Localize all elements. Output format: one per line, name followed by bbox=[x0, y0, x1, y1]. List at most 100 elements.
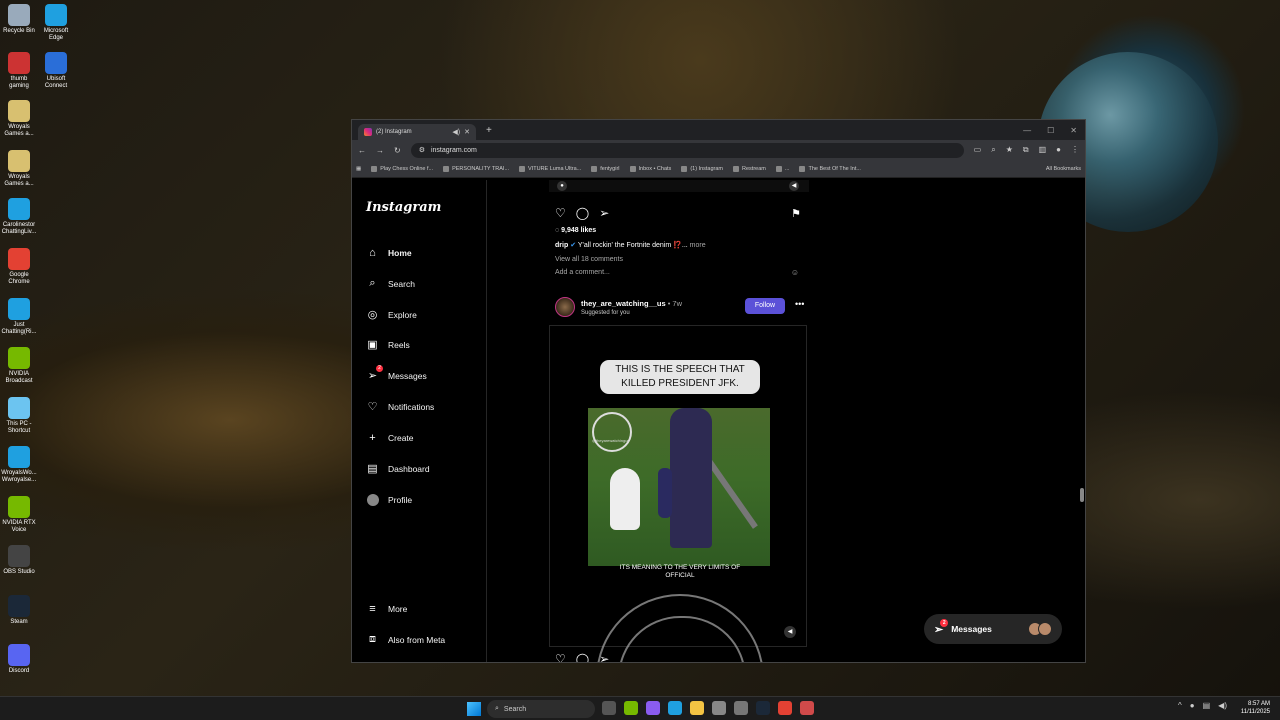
nav-create[interactable]: + Create bbox=[366, 431, 413, 444]
network-icon[interactable]: ▤ bbox=[1203, 701, 1211, 710]
store-icon[interactable] bbox=[712, 701, 726, 715]
desktop-icon[interactable]: NVIDIA Broadcast bbox=[0, 347, 38, 385]
extensions-icon[interactable]: ⧉ bbox=[1023, 145, 1029, 155]
chrome-icon[interactable] bbox=[778, 701, 792, 715]
profile-icon[interactable]: ● bbox=[1056, 145, 1061, 155]
desktop-icon[interactable]: OBS Studio bbox=[0, 545, 38, 576]
nav-profile[interactable]: Profile bbox=[366, 493, 412, 506]
desktop-icon[interactable]: Discord bbox=[0, 644, 38, 675]
site-info-icon[interactable]: ⚙ bbox=[419, 146, 425, 154]
post2-actions: ♡ ◯ ➢ bbox=[555, 652, 609, 662]
view-comments-link[interactable]: View all 18 comments bbox=[555, 256, 623, 263]
desktop-icon[interactable]: Wroyals Games a... bbox=[0, 150, 38, 188]
taskbar-clock[interactable]: 8:57 AM 11/11/2025 bbox=[1241, 700, 1270, 716]
add-comment-input[interactable]: Add a comment... bbox=[555, 269, 610, 276]
all-bookmarks[interactable]: All Bookmarks bbox=[1046, 166, 1081, 172]
mute-icon[interactable]: ◀ bbox=[789, 181, 799, 191]
desktop-icon[interactable]: Wroyals Games a... bbox=[0, 100, 38, 138]
desktop-icon[interactable]: NVIDIA RTX Voice bbox=[0, 496, 38, 534]
chevron-up-icon[interactable]: ^ bbox=[1178, 701, 1182, 710]
windows-start-icon[interactable] bbox=[467, 702, 481, 716]
bookmark-item[interactable]: The Best Of The Int... bbox=[799, 165, 861, 172]
location-icon[interactable]: ● bbox=[1190, 701, 1195, 710]
share-icon[interactable]: ➢ bbox=[599, 206, 609, 220]
desktop-icon[interactable]: WroyalsWo... Wwroyalse... bbox=[0, 446, 38, 484]
nav-search[interactable]: ⌕ Search bbox=[366, 277, 415, 290]
desktop-icon[interactable]: Ubisoft Connect bbox=[37, 52, 75, 90]
desktop-icon[interactable]: Microsoft Edge bbox=[37, 4, 75, 42]
steam-icon[interactable] bbox=[756, 701, 770, 715]
share-icon[interactable]: ➢ bbox=[599, 652, 609, 662]
bookmark-item[interactable]: VITURE Luma Ultra... bbox=[519, 165, 581, 172]
new-tab-icon[interactable]: + bbox=[486, 125, 492, 136]
nav-messages[interactable]: ➢ 2 Messages bbox=[366, 365, 427, 382]
minimize-icon[interactable]: — bbox=[1023, 126, 1031, 135]
menu-icon[interactable]: ⋮ bbox=[1071, 145, 1079, 155]
maximize-icon[interactable]: ☐ bbox=[1047, 126, 1054, 135]
taskbar-search[interactable]: ⌕ Search bbox=[487, 700, 595, 718]
reload-icon[interactable]: ↻ bbox=[394, 146, 401, 155]
scrollbar-thumb[interactable] bbox=[1080, 488, 1084, 502]
post2-video[interactable]: THIS IS THE SPEECH THAT KILLED PRESIDENT… bbox=[549, 325, 807, 662]
file-explorer-icon[interactable] bbox=[690, 701, 704, 715]
nav-also-from-meta[interactable]: ⧈ Also from Meta bbox=[366, 633, 445, 646]
nav-dashboard[interactable]: ▤ Dashboard bbox=[366, 462, 429, 475]
desktop-icon[interactable]: This PC - Shortcut bbox=[0, 397, 38, 435]
bookmark-item[interactable]: fentygirl bbox=[591, 165, 620, 172]
like-icon[interactable]: ♡ bbox=[555, 206, 566, 220]
app-icon[interactable] bbox=[800, 701, 814, 715]
save-icon[interactable]: ⚑ bbox=[791, 207, 801, 220]
messages-pill[interactable]: ➢ 2 Messages bbox=[924, 614, 1062, 644]
post1-likes[interactable]: ◌ 9,948 likes bbox=[555, 227, 596, 234]
nav-explore[interactable]: ◎ Explore bbox=[366, 308, 417, 321]
bookmark-item[interactable]: ... bbox=[775, 165, 789, 172]
tab-instagram[interactable]: (2) Instagram ◀) ✕ bbox=[358, 124, 476, 140]
close-tab-icon[interactable]: ✕ bbox=[464, 128, 470, 136]
bookmark-item[interactable]: Restream bbox=[733, 165, 766, 172]
bookmark-item[interactable]: (1) Instagram bbox=[681, 165, 723, 172]
cast-icon[interactable]: ▭ bbox=[974, 145, 982, 155]
comment-icon[interactable]: ◯ bbox=[576, 206, 589, 220]
bookmark-item[interactable]: Play Chess Online f... bbox=[371, 165, 433, 172]
forward-icon[interactable]: → bbox=[376, 146, 384, 155]
sidepanel-icon[interactable]: ▥ bbox=[1039, 145, 1047, 155]
comment-icon[interactable]: ◯ bbox=[576, 652, 589, 662]
desktop-icon[interactable]: Just Chatting(Ri... bbox=[0, 298, 38, 336]
copilot-icon[interactable] bbox=[646, 701, 660, 715]
edge-icon[interactable] bbox=[668, 701, 682, 715]
more-options-icon[interactable]: ••• bbox=[795, 299, 804, 309]
post2-username[interactable]: they_are_watching__us bbox=[581, 299, 666, 308]
nav-reels[interactable]: ▣ Reels bbox=[366, 338, 409, 351]
like-icon[interactable]: ♡ bbox=[555, 652, 566, 662]
desktop-icon[interactable]: thumb gaming bbox=[0, 52, 38, 90]
user-tag-icon[interactable]: ● bbox=[557, 181, 567, 191]
desktop-icon[interactable]: Google Chrome bbox=[0, 248, 38, 286]
follow-button[interactable]: Follow bbox=[745, 298, 785, 314]
speaker-icon[interactable]: ◀) bbox=[452, 128, 460, 136]
task-view-icon[interactable] bbox=[602, 701, 616, 715]
desktop-icon[interactable]: Steam bbox=[0, 595, 38, 626]
video-mute-icon[interactable]: ◀ bbox=[784, 626, 796, 638]
desktop-icon[interactable]: Recycle Bin bbox=[0, 4, 38, 35]
nav-notifications[interactable]: ♡ Notifications bbox=[366, 400, 435, 413]
desktop-icon-label: This PC - Shortcut bbox=[6, 421, 32, 434]
instagram-logo[interactable]: Instagram bbox=[366, 200, 441, 215]
volume-icon[interactable]: ◀) bbox=[1218, 701, 1227, 710]
zoom-icon[interactable]: ⌕ bbox=[991, 145, 995, 155]
emoji-icon[interactable]: ☺ bbox=[791, 268, 799, 277]
bookmark-item[interactable]: PERSONALITY TRAI... bbox=[443, 165, 509, 172]
bookmark-item[interactable]: Inbox • Chats bbox=[629, 165, 671, 172]
star-icon[interactable]: ★ bbox=[1006, 145, 1013, 155]
settings-icon[interactable] bbox=[734, 701, 748, 715]
post2-avatar[interactable] bbox=[555, 297, 575, 317]
desktop-icon[interactable]: Carolinestor ChattingLiv... bbox=[0, 198, 38, 236]
nav-home[interactable]: ⌂ Home bbox=[366, 246, 411, 259]
nvidia-icon[interactable] bbox=[624, 701, 638, 715]
back-icon[interactable]: ← bbox=[358, 146, 366, 155]
nav-more[interactable]: ≡ More bbox=[366, 602, 407, 615]
apps-icon[interactable]: ▦ bbox=[356, 166, 361, 172]
caption-username[interactable]: drip bbox=[555, 242, 568, 249]
caption-more-link[interactable]: more bbox=[690, 242, 706, 249]
close-window-icon[interactable]: ✕ bbox=[1070, 126, 1077, 135]
url-input[interactable]: ⚙ instagram.com bbox=[410, 142, 964, 158]
